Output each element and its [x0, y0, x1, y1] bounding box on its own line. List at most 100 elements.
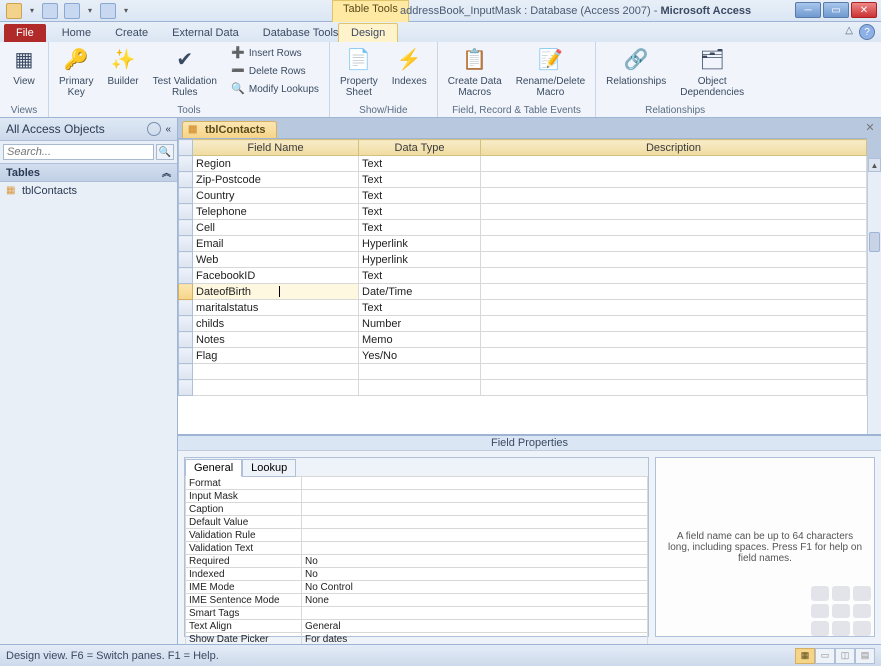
property-value[interactable] [302, 529, 648, 542]
row-selector[interactable] [179, 236, 193, 252]
search-button[interactable]: 🔍 [156, 144, 174, 160]
row-selector-header[interactable] [179, 140, 193, 156]
row-selector[interactable] [179, 188, 193, 204]
row-selector[interactable] [179, 300, 193, 316]
external-data-tab[interactable]: External Data [160, 24, 251, 42]
property-value[interactable]: No [302, 555, 648, 568]
row-selector[interactable] [179, 172, 193, 188]
description-cell[interactable] [481, 252, 867, 268]
property-value[interactable] [302, 516, 648, 529]
relationships-button[interactable]: 🔗Relationships [604, 44, 668, 89]
table-row[interactable]: childsNumber [179, 316, 867, 332]
table-row[interactable]: WebHyperlink [179, 252, 867, 268]
property-sheet-button[interactable]: 📄Property Sheet [338, 44, 380, 100]
property-row[interactable]: Format [186, 477, 648, 490]
search-input[interactable] [3, 144, 154, 160]
property-row[interactable]: Validation Text [186, 542, 648, 555]
table-row[interactable] [179, 380, 867, 396]
description-cell[interactable] [481, 332, 867, 348]
redo-icon[interactable] [100, 3, 116, 19]
object-dependencies-button[interactable]: 🗂Object Dependencies [678, 44, 746, 100]
description-cell[interactable] [481, 220, 867, 236]
row-selector[interactable] [179, 220, 193, 236]
description-cell[interactable] [481, 188, 867, 204]
row-selector[interactable] [179, 348, 193, 364]
property-row[interactable]: IME Sentence ModeNone [186, 594, 648, 607]
property-value[interactable]: No Control [302, 581, 648, 594]
scroll-up-button[interactable]: ▲ [868, 158, 881, 172]
description-cell[interactable] [481, 268, 867, 284]
property-row[interactable]: Input Mask [186, 490, 648, 503]
ribbon-minimize-icon[interactable]: △ [845, 25, 853, 36]
design-view-button[interactable]: ▦ [795, 648, 815, 664]
field-name-header[interactable]: Field Name [193, 140, 359, 156]
property-row[interactable]: Validation Rule [186, 529, 648, 542]
field-name-cell[interactable]: DateofBirth [193, 284, 359, 300]
nav-item-tblcontacts[interactable]: tblContacts [0, 182, 177, 200]
data-type-cell[interactable]: Text [359, 300, 481, 316]
primary-key-button[interactable]: 🔑Primary Key [57, 44, 95, 100]
property-row[interactable]: Text AlignGeneral [186, 620, 648, 633]
pivot-view-button[interactable]: ◫ [835, 648, 855, 664]
file-tab[interactable]: File [4, 24, 46, 42]
description-cell[interactable] [481, 380, 867, 396]
row-selector[interactable] [179, 156, 193, 172]
description-cell[interactable] [481, 204, 867, 220]
document-close-button[interactable]: ✕ [863, 120, 877, 134]
description-cell[interactable] [481, 348, 867, 364]
description-cell[interactable] [481, 316, 867, 332]
document-tab[interactable]: tblContacts [182, 121, 277, 138]
field-name-cell[interactable]: Notes [193, 332, 359, 348]
lookup-tab[interactable]: Lookup [242, 459, 296, 477]
property-row[interactable]: RequiredNo [186, 555, 648, 568]
table-row[interactable]: FlagYes/No [179, 348, 867, 364]
table-row[interactable]: CellText [179, 220, 867, 236]
save-icon[interactable] [42, 3, 58, 19]
row-selector[interactable] [179, 364, 193, 380]
data-type-cell[interactable]: Number [359, 316, 481, 332]
general-tab[interactable]: General [185, 459, 242, 477]
table-row[interactable]: CountryText [179, 188, 867, 204]
database-tools-tab[interactable]: Database Tools [251, 24, 351, 42]
table-row[interactable]: RegionText [179, 156, 867, 172]
description-cell[interactable] [481, 156, 867, 172]
field-name-cell[interactable]: Telephone [193, 204, 359, 220]
table-row[interactable]: maritalstatusText [179, 300, 867, 316]
minimize-button[interactable]: ─ [795, 2, 821, 18]
table-row[interactable] [179, 364, 867, 380]
scroll-thumb[interactable] [869, 232, 880, 252]
table-row[interactable]: TelephoneText [179, 204, 867, 220]
nav-filter-icon[interactable] [147, 122, 161, 136]
row-selector[interactable] [179, 284, 193, 300]
app-icon[interactable] [6, 3, 22, 19]
qat-dropdown-3[interactable]: ▾ [122, 4, 130, 18]
indexes-button[interactable]: ⚡Indexes [390, 44, 429, 89]
property-value[interactable] [302, 503, 648, 516]
test-validation-button[interactable]: ✔Test Validation Rules [151, 44, 219, 100]
data-type-cell[interactable]: Date/Time [359, 284, 481, 300]
datasheet-view-button[interactable]: ▭ [815, 648, 835, 664]
insert-rows-button[interactable]: ➕Insert Rows [229, 44, 321, 62]
rename-delete-macro-button[interactable]: 📝Rename/Delete Macro [514, 44, 587, 100]
pivotchart-view-button[interactable]: ▤ [855, 648, 875, 664]
modify-lookups-button[interactable]: 🔍Modify Lookups [229, 80, 321, 98]
property-value[interactable]: No [302, 568, 648, 581]
data-type-cell[interactable]: Text [359, 156, 481, 172]
qat-dropdown-1[interactable]: ▾ [28, 4, 36, 18]
property-row[interactable]: Smart Tags [186, 607, 648, 620]
property-value[interactable]: None [302, 594, 648, 607]
property-value[interactable] [302, 542, 648, 555]
data-type-cell[interactable]: Text [359, 268, 481, 284]
data-type-cell[interactable]: Memo [359, 332, 481, 348]
data-type-cell[interactable]: Text [359, 188, 481, 204]
row-selector[interactable] [179, 268, 193, 284]
data-type-cell[interactable]: Hyperlink [359, 236, 481, 252]
delete-rows-button[interactable]: ➖Delete Rows [229, 62, 321, 80]
data-type-header[interactable]: Data Type [359, 140, 481, 156]
field-name-cell[interactable]: Flag [193, 348, 359, 364]
data-type-cell[interactable]: Text [359, 220, 481, 236]
qat-dropdown-2[interactable]: ▾ [86, 4, 94, 18]
data-type-cell[interactable] [359, 364, 481, 380]
description-cell[interactable] [481, 300, 867, 316]
design-tab[interactable]: Design [338, 23, 398, 42]
